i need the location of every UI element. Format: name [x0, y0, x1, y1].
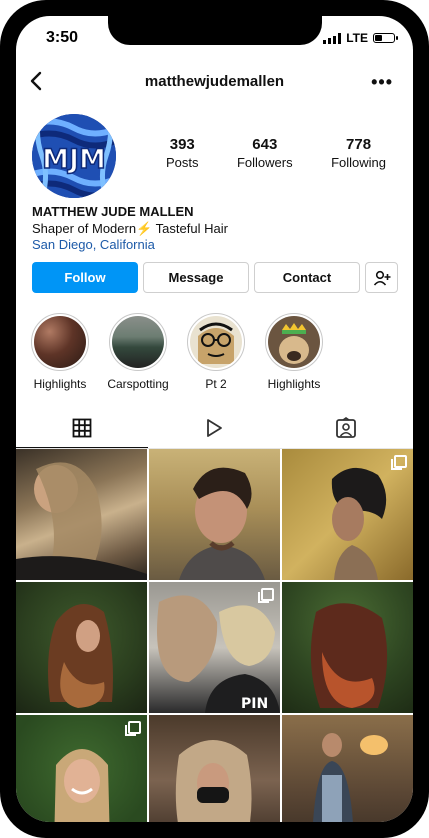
- highlight-cover-image: [112, 316, 164, 368]
- post-image: [48, 604, 113, 708]
- post-thumbnail[interactable]: [16, 715, 147, 822]
- highlight-label: Carspotting: [107, 377, 169, 391]
- highlight-cover-image: [268, 316, 320, 368]
- profile-name: MATTHEW JUDE MALLEN: [32, 204, 194, 219]
- tab-posts-grid[interactable]: [16, 408, 148, 448]
- notch: [108, 16, 322, 45]
- post-image: [16, 462, 147, 580]
- svg-text:PIN: PIN: [241, 696, 268, 712]
- stat-label: Posts: [166, 155, 199, 170]
- story-highlights: Highlights Carspotting Pt 2 Highlights: [28, 313, 408, 395]
- stat-label: Followers: [236, 155, 293, 170]
- stat-posts[interactable]: 393 Posts: [166, 136, 199, 170]
- more-horizontal-icon[interactable]: •••: [371, 72, 393, 93]
- add-user-icon: [373, 270, 390, 286]
- highlight-ring: [187, 313, 245, 371]
- avatar-logo-image: MJM: [32, 114, 116, 198]
- post-image: [179, 467, 265, 580]
- multiple-images-icon: [391, 455, 407, 470]
- follow-button[interactable]: Follow: [32, 262, 138, 293]
- highlight-label: Highlights: [267, 377, 321, 391]
- phone-frame: 3:50 LTE matthewjudemallen ••• MJM 393 P…: [0, 0, 429, 838]
- highlight-item[interactable]: Pt 2: [184, 313, 248, 391]
- stat-value: 778: [346, 136, 372, 153]
- network-label: LTE: [346, 31, 368, 45]
- profile-bio: Shaper of Modern⚡ Tasteful Hair: [32, 221, 228, 237]
- stat-label: Following: [331, 155, 386, 170]
- highlight-label: Highlights: [33, 377, 87, 391]
- highlight-ring: [265, 313, 323, 371]
- post-thumbnail[interactable]: PIN: [149, 582, 280, 713]
- avatar[interactable]: MJM: [32, 114, 116, 198]
- message-button[interactable]: Message: [143, 262, 249, 293]
- post-thumbnail[interactable]: [16, 449, 147, 580]
- svg-text:MJM: MJM: [42, 144, 106, 175]
- play-icon: [207, 419, 222, 437]
- profile-tabs: [16, 408, 413, 449]
- signal-icon: [323, 32, 342, 44]
- highlight-ring: [109, 313, 167, 371]
- post-thumbnail[interactable]: [149, 449, 280, 580]
- highlight-cover-image: [190, 316, 242, 368]
- post-image: [313, 733, 388, 822]
- grid-icon: [72, 418, 92, 437]
- contact-button[interactable]: Contact: [254, 262, 360, 293]
- tab-tagged[interactable]: [280, 408, 412, 448]
- highlight-ring: [31, 313, 89, 371]
- multiple-images-icon: [258, 588, 274, 603]
- highlight-item[interactable]: Highlights: [28, 313, 92, 391]
- profile-location-link[interactable]: San Diego, California: [32, 237, 155, 252]
- lightning-icon: ⚡: [136, 221, 153, 236]
- profile-username: matthewjudemallen: [144, 73, 285, 90]
- bio-text-end: Tasteful Hair: [155, 221, 228, 236]
- post-thumbnail[interactable]: [149, 715, 280, 822]
- stat-value: 393: [169, 136, 195, 153]
- post-image: [310, 603, 388, 708]
- tagged-person-icon: [336, 417, 356, 438]
- profile-navbar: matthewjudemallen •••: [16, 66, 413, 98]
- profile-actions: Follow Message Contact: [32, 262, 398, 295]
- post-thumbnail[interactable]: [282, 449, 413, 580]
- status-indicators: LTE: [323, 31, 398, 45]
- profile-stats: 393 Posts 643 Followers 778 Following: [166, 136, 386, 170]
- highlight-label: Pt 2: [205, 377, 227, 391]
- status-time: 3:50: [46, 29, 79, 46]
- post-thumbnail[interactable]: [282, 582, 413, 713]
- highlight-item[interactable]: Highlights: [262, 313, 326, 391]
- suggested-users-button[interactable]: [365, 262, 398, 293]
- tab-reels[interactable]: [148, 408, 280, 448]
- battery-icon: [373, 33, 398, 43]
- highlight-item[interactable]: Carspotting: [106, 313, 170, 391]
- multiple-images-icon: [125, 721, 141, 736]
- post-thumbnail[interactable]: [282, 715, 413, 822]
- posts-grid: PIN: [16, 449, 413, 822]
- post-thumbnail[interactable]: [16, 582, 147, 713]
- post-image: [175, 740, 252, 822]
- stat-followers[interactable]: 643 Followers: [237, 136, 293, 170]
- screen: 3:50 LTE matthewjudemallen ••• MJM 393 P…: [16, 16, 413, 822]
- stat-value: 643: [252, 136, 278, 153]
- highlight-cover-image: [34, 316, 86, 368]
- bio-text-start: Shaper of Modern: [32, 221, 137, 236]
- stat-following[interactable]: 778 Following: [331, 136, 386, 170]
